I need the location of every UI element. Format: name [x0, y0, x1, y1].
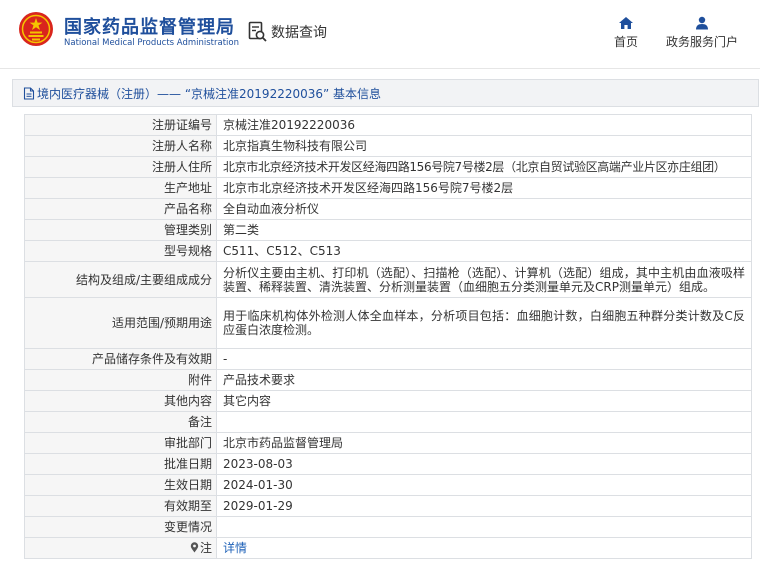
table-row: 管理类别 第二类	[24, 219, 752, 241]
field-label: 型号规格	[24, 240, 217, 262]
table-row: 适用范围/预期用途 用于临床机构体外检测人体全血样本，分析项目包括：血细胞计数，…	[24, 297, 752, 349]
field-label: 注册人名称	[24, 135, 217, 157]
field-value: -	[216, 348, 752, 370]
field-label: 注册证编号	[24, 114, 217, 136]
field-value: 北京市北京经济技术开发区经海四路156号院7号楼2层	[216, 177, 752, 199]
field-value: 北京市北京经济技术开发区经海四路156号院7号楼2层（北京自贸试验区高端产业片区…	[216, 156, 752, 178]
nav-home-label: 首页	[613, 35, 638, 49]
field-value: 分析仪主要由主机、打印机（选配）、扫描枪（选配）、计算机（选配）组成，其中主机由…	[216, 261, 752, 298]
national-emblem-logo[interactable]	[18, 11, 54, 47]
table-row: 生效日期 2024-01-30	[24, 474, 752, 496]
field-label: 变更情况	[24, 516, 217, 538]
details-link[interactable]: 详情	[223, 541, 247, 555]
field-value: 第二类	[216, 219, 752, 241]
field-label: 管理类别	[24, 219, 217, 241]
field-value: 其它内容	[216, 390, 752, 412]
field-value: C511、C512、C513	[216, 240, 752, 262]
field-value	[216, 516, 752, 538]
table-row: 注册人住所 北京市北京经济技术开发区经海四路156号院7号楼2层（北京自贸试验区…	[24, 156, 752, 178]
field-value: 用于临床机构体外检测人体全血样本，分析项目包括：血细胞计数，白细胞五种群分类计数…	[216, 297, 752, 349]
table-row: 附件 产品技术要求	[24, 369, 752, 391]
breadcrumb: 境内医疗器械（注册）—— “京械注准20192220036” 基本信息	[12, 79, 759, 107]
field-label: 适用范围/预期用途	[24, 297, 217, 349]
note-label-cell: 注	[24, 537, 217, 559]
site-header: 国家药品监督管理局 National Medical Products Admi…	[0, 0, 760, 69]
field-label: 生产地址	[24, 177, 217, 199]
field-value: 北京市药品监督管理局	[216, 432, 752, 454]
field-label: 产品储存条件及有效期	[24, 348, 217, 370]
field-value: 京械注准20192220036	[216, 114, 752, 136]
table-row: 结构及组成/主要组成成分 分析仪主要由主机、打印机（选配）、扫描枪（选配）、计算…	[24, 261, 752, 298]
nav-home[interactable]: 首页	[606, 16, 646, 56]
field-label: 有效期至	[24, 495, 217, 517]
data-query-link[interactable]: 数据查询	[248, 20, 327, 44]
table-row: 其他内容 其它内容	[24, 390, 752, 412]
field-label: 注	[199, 541, 212, 555]
field-value: 2024-01-30	[216, 474, 752, 496]
field-value: 2029-01-29	[216, 495, 752, 517]
document-search-icon	[248, 21, 267, 42]
nav-service-portal[interactable]: 政务服务门户	[662, 16, 742, 56]
field-label: 结构及组成/主要组成成分	[24, 261, 217, 298]
data-query-label: 数据查询	[271, 25, 327, 41]
field-value: 全自动血液分析仪	[216, 198, 752, 220]
agency-title[interactable]: 国家药品监督管理局	[64, 13, 235, 39]
table-row: 注册人名称 北京指真生物科技有限公司	[24, 135, 752, 157]
pin-icon	[190, 542, 199, 553]
document-icon	[23, 86, 35, 100]
field-label: 其他内容	[24, 390, 217, 412]
field-label: 批准日期	[24, 453, 217, 475]
table-row: 注 详情	[24, 537, 752, 559]
field-label: 附件	[24, 369, 217, 391]
table-row: 产品名称 全自动血液分析仪	[24, 198, 752, 220]
field-label: 生效日期	[24, 474, 217, 496]
table-row: 产品储存条件及有效期 -	[24, 348, 752, 370]
nav-service-label: 政务服务门户	[665, 35, 738, 49]
field-value: 产品技术要求	[216, 369, 752, 391]
registration-detail-table: 注册证编号 京械注准20192220036 注册人名称 北京指真生物科技有限公司…	[24, 114, 752, 559]
table-row: 审批部门 北京市药品监督管理局	[24, 432, 752, 454]
field-value: 2023-08-03	[216, 453, 752, 475]
field-label: 注册人住所	[24, 156, 217, 178]
field-value: 北京指真生物科技有限公司	[216, 135, 752, 157]
table-row: 注册证编号 京械注准20192220036	[24, 114, 752, 136]
user-icon	[696, 16, 708, 30]
breadcrumb-text[interactable]: 境内医疗器械（注册）—— “京械注准20192220036” 基本信息	[37, 85, 381, 102]
table-row: 批准日期 2023-08-03	[24, 453, 752, 475]
table-row: 型号规格 C511、C512、C513	[24, 240, 752, 262]
table-row: 有效期至 2029-01-29	[24, 495, 752, 517]
field-value-cell: 详情	[216, 537, 752, 559]
agency-title-en: National Medical Products Administration	[64, 38, 239, 48]
field-value	[216, 411, 752, 433]
table-row: 生产地址 北京市北京经济技术开发区经海四路156号院7号楼2层	[24, 177, 752, 199]
field-label: 产品名称	[24, 198, 217, 220]
home-icon	[619, 17, 633, 29]
table-row: 变更情况	[24, 516, 752, 538]
field-label: 审批部门	[24, 432, 217, 454]
field-label: 备注	[24, 411, 217, 433]
table-row: 备注	[24, 411, 752, 433]
